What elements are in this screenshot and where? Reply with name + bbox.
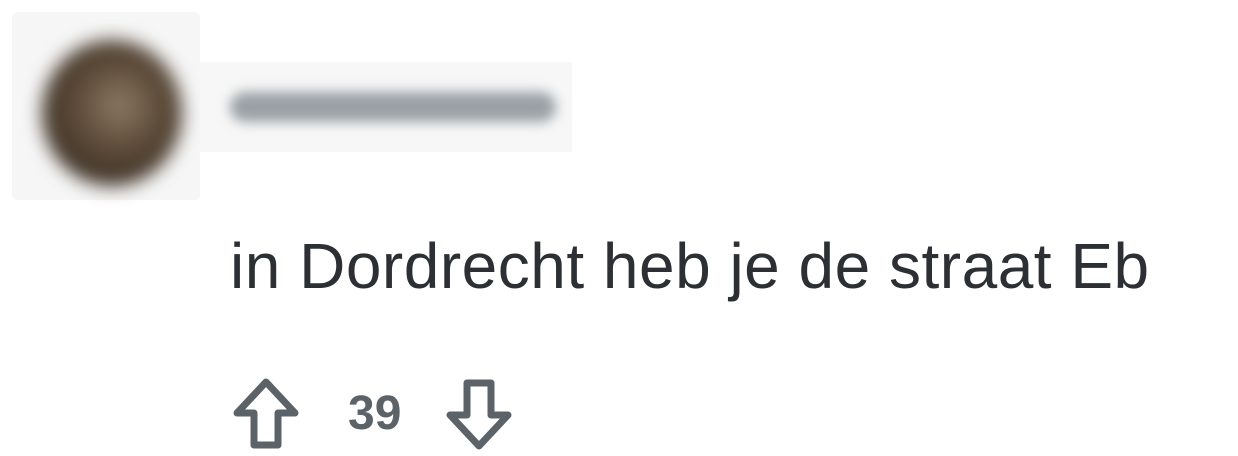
- comment: in Dordrecht heb je de straat Eb 39: [0, 0, 1238, 456]
- upvote-button[interactable]: [230, 374, 302, 454]
- avatar[interactable]: [42, 40, 182, 186]
- username-blurred[interactable]: [230, 92, 556, 122]
- vote-score: 39: [348, 387, 402, 440]
- upvote-arrow-icon: [233, 378, 299, 449]
- username-container[interactable]: [200, 62, 572, 152]
- vote-bar: 39: [230, 372, 515, 456]
- downvote-button[interactable]: [443, 374, 515, 454]
- avatar-container[interactable]: [12, 12, 200, 200]
- downvote-arrow-icon: [446, 379, 512, 450]
- comment-body: in Dordrecht heb je de straat Eb: [230, 230, 1150, 302]
